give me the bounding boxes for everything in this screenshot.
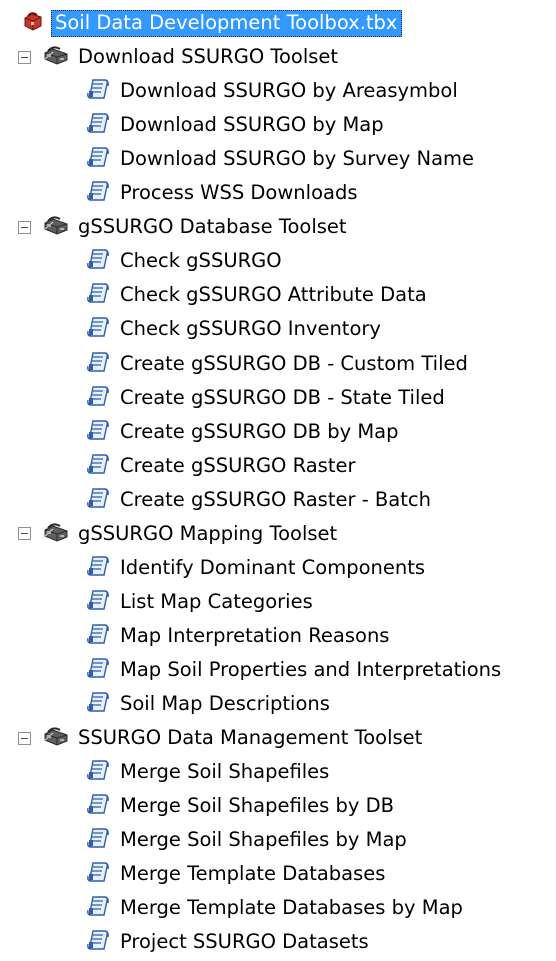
- script-tool-icon: [85, 928, 113, 956]
- tool-item[interactable]: Download SSURGO by Areasymbol: [85, 74, 458, 108]
- script-tool-icon: [85, 145, 113, 173]
- toolset-icon: [43, 214, 69, 240]
- script-tool-icon: [85, 418, 113, 446]
- toolset-label: Download SSURGO Toolset: [78, 45, 339, 69]
- tool-item[interactable]: Create gSSURGO DB - Custom Tiled: [85, 347, 468, 381]
- tool-item[interactable]: Process WSS Downloads: [85, 176, 358, 210]
- tool-label: Create gSSURGO DB - Custom Tiled: [120, 351, 468, 375]
- tool-label: Create gSSURGO DB - State Tiled: [120, 385, 445, 409]
- toolbox-tree: Soil Data Development Toolbox.tbx Downlo…: [0, 0, 556, 961]
- tool-label: Create gSSURGO Raster - Batch: [120, 487, 431, 511]
- tool-item[interactable]: Download SSURGO by Map: [85, 108, 384, 142]
- tool-item[interactable]: Map Interpretation Reasons: [85, 619, 389, 653]
- tool-item[interactable]: Check gSSURGO Inventory: [85, 312, 381, 346]
- tool-item[interactable]: Merge Soil Shapefiles by Map: [85, 823, 407, 857]
- tool-label: Process WSS Downloads: [120, 181, 358, 205]
- tool-item[interactable]: Create gSSURGO Raster - Batch: [85, 483, 431, 517]
- toolbox-name: Soil Data Development Toolbox.tbx: [51, 9, 403, 37]
- script-tool-icon: [85, 690, 113, 718]
- tool-item[interactable]: Merge Template Databases by Map: [85, 891, 463, 925]
- toolset-item[interactable]: gSSURGO Database Toolset: [18, 210, 347, 244]
- toolset-label: SSURGO Data Management Toolset: [78, 726, 423, 750]
- script-tool-icon: [85, 894, 113, 922]
- script-tool-icon: [85, 860, 113, 888]
- script-tool-icon: [85, 350, 113, 378]
- tool-label: Check gSSURGO: [120, 249, 282, 273]
- tool-item[interactable]: List Map Categories: [85, 585, 313, 619]
- tool-label: Merge Template Databases: [120, 862, 386, 886]
- tool-label: Project SSURGO Datasets: [120, 930, 369, 954]
- tool-item[interactable]: Create gSSURGO Raster: [85, 449, 356, 483]
- tool-label: Map Soil Properties and Interpretations: [120, 657, 502, 681]
- toolset-icon: [43, 521, 69, 547]
- tool-item[interactable]: Check gSSURGO Attribute Data: [85, 278, 427, 312]
- toolbox-icon: [22, 10, 44, 36]
- script-tool-icon: [85, 622, 113, 650]
- tool-label: Check gSSURGO Inventory: [120, 317, 381, 341]
- script-tool-icon: [85, 554, 113, 582]
- tool-label: Identify Dominant Components: [120, 555, 426, 579]
- script-tool-icon: [85, 77, 113, 105]
- tool-item[interactable]: Check gSSURGO: [85, 244, 282, 278]
- tool-label: Soil Map Descriptions: [120, 692, 330, 715]
- script-tool-icon: [85, 281, 113, 309]
- tool-label: Map Interpretation Reasons: [120, 623, 390, 647]
- tool-label: Create gSSURGO DB by Map: [120, 419, 399, 443]
- toolset-item[interactable]: SSURGO Data Management Toolset: [18, 721, 422, 755]
- toolset-label: gSSURGO Database Toolset: [78, 215, 347, 239]
- script-tool-icon: [85, 315, 113, 343]
- tool-item[interactable]: Download SSURGO by Survey Name: [85, 142, 474, 176]
- toolbox-root-item[interactable]: Soil Data Development Toolbox.tbx: [22, 6, 403, 40]
- tool-item[interactable]: Soil Map Descriptions: [85, 687, 330, 721]
- tool-item[interactable]: Create gSSURGO DB - State Tiled: [85, 381, 445, 415]
- tool-item[interactable]: Merge Soil Shapefiles by DB: [85, 789, 394, 823]
- collapse-box-icon[interactable]: [18, 50, 31, 64]
- script-tool-icon: [85, 792, 113, 820]
- collapse-box-icon[interactable]: [18, 527, 31, 541]
- tool-item[interactable]: Map Soil Properties and Interpretations: [85, 653, 501, 687]
- script-tool-icon: [85, 111, 113, 139]
- toolset-item[interactable]: gSSURGO Mapping Toolset: [18, 517, 337, 551]
- tool-label: Merge Template Databases by Map: [120, 896, 463, 920]
- toolset-label: gSSURGO Mapping Toolset: [78, 521, 338, 545]
- collapse-box-icon[interactable]: [18, 731, 31, 745]
- tool-item[interactable]: Merge Template Databases: [85, 857, 385, 891]
- script-tool-icon: [85, 384, 113, 412]
- tool-label: Download SSURGO by Areasymbol: [120, 79, 458, 103]
- collapse-box-icon[interactable]: [18, 220, 31, 234]
- tool-label: List Map Categories: [120, 589, 313, 613]
- script-tool-icon: [85, 588, 113, 616]
- tool-label: Merge Soil Shapefiles by DB: [120, 794, 395, 818]
- tool-label: Merge Soil Shapefiles by Map: [120, 828, 407, 852]
- toolset-icon: [43, 44, 69, 70]
- script-tool-icon: [85, 656, 113, 684]
- script-tool-icon: [85, 247, 113, 275]
- tool-item[interactable]: Merge Soil Shapefiles: [85, 755, 329, 789]
- toolset-item[interactable]: Download SSURGO Toolset: [18, 40, 338, 74]
- tool-label: Download SSURGO by Map: [120, 113, 384, 137]
- tool-item[interactable]: Identify Dominant Components: [85, 551, 425, 585]
- script-tool-icon: [85, 826, 113, 854]
- tool-label: Create gSSURGO Raster: [120, 453, 356, 477]
- toolset-icon: [43, 725, 69, 751]
- script-tool-icon: [85, 452, 113, 480]
- script-tool-icon: [85, 758, 113, 786]
- tool-item[interactable]: Project SSURGO Datasets: [85, 925, 369, 959]
- tool-label: Merge Soil Shapefiles: [120, 760, 330, 784]
- tool-label: Check gSSURGO Attribute Data: [120, 283, 427, 307]
- tool-item[interactable]: Create gSSURGO DB by Map: [85, 415, 398, 449]
- script-tool-icon: [85, 179, 113, 207]
- script-tool-icon: [85, 486, 113, 514]
- tool-label: Download SSURGO by Survey Name: [120, 147, 475, 171]
